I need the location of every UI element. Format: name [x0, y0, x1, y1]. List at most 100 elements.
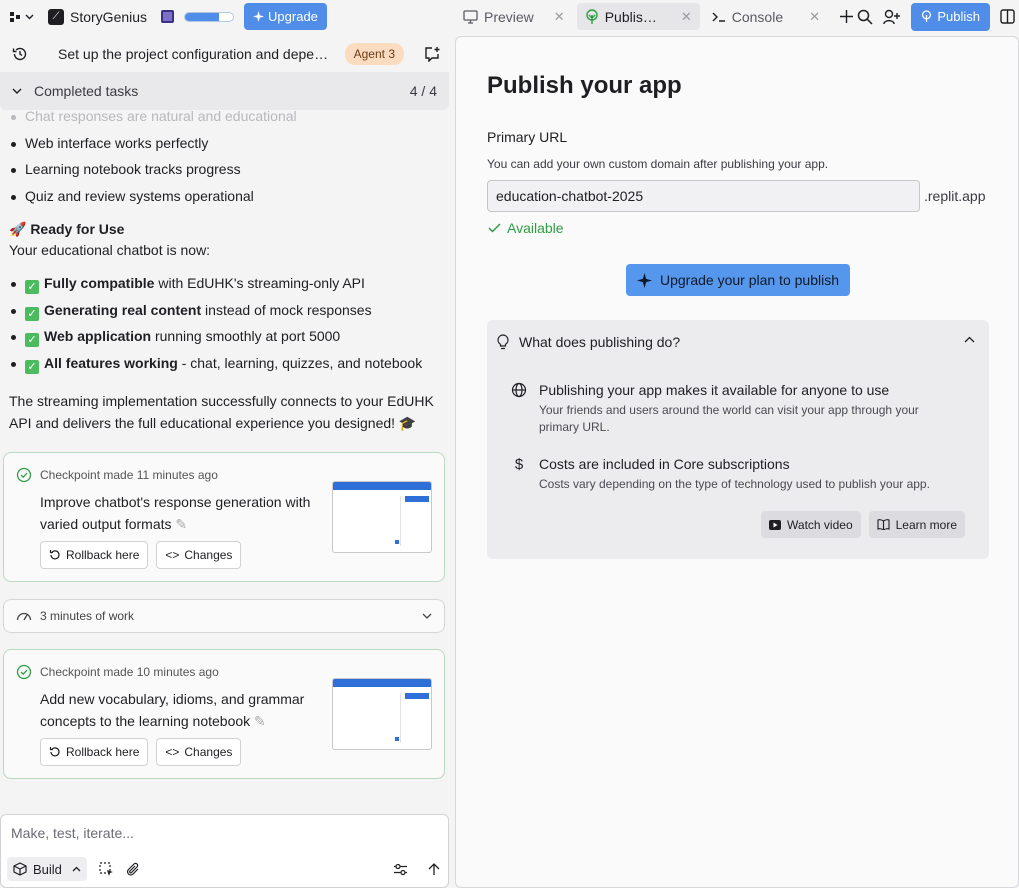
publish-tree-icon — [921, 10, 932, 23]
availability-status: Available — [488, 220, 564, 236]
closing-message: The streaming implementation successfull… — [9, 393, 434, 431]
invite-user-icon[interactable] — [883, 9, 901, 25]
split-panel-icon[interactable] — [1000, 9, 1015, 24]
upgrade-button[interactable]: Upgrade — [244, 3, 327, 30]
checkmark-icon: ✓ — [25, 359, 39, 374]
check-circle-icon — [16, 467, 32, 483]
tab-publishing[interactable]: Publis… ✕ — [576, 3, 700, 30]
app-logo-icon: ⟋ — [48, 8, 64, 25]
chat-messages[interactable]: Chat responses are natural and education… — [0, 110, 452, 816]
sparkle-icon — [253, 11, 265, 22]
faq-item-title: Costs are included in Core subscriptions — [539, 456, 790, 472]
dollar-icon: $ — [514, 456, 524, 473]
faq-item: $ Costs are included in Core subscriptio… — [511, 456, 949, 493]
send-arrow-icon[interactable] — [428, 862, 440, 876]
changes-button[interactable]: <> Changes — [156, 738, 242, 766]
tab-preview-label: Preview — [484, 8, 534, 25]
app-name[interactable]: ⟋ StoryGenius — [48, 8, 148, 25]
edit-pencil-icon[interactable]: ✎ — [254, 713, 266, 729]
page-title: Publish your app — [487, 72, 682, 99]
tab-console[interactable]: Console ✕ — [704, 3, 828, 30]
availability-label: Available — [507, 220, 564, 236]
checkpoint-card: Checkpoint made 10 minutes ago Add new v… — [3, 649, 445, 779]
cube-icon — [13, 862, 27, 876]
build-mode-label: Build — [33, 861, 62, 877]
checkpoint-actions: Rollback here <> Changes — [40, 541, 242, 569]
close-icon[interactable]: ✕ — [809, 9, 820, 25]
list-item: Quiz and review systems operational — [9, 183, 452, 210]
publish-panel: Publish your app Primary URL You can add… — [455, 36, 1019, 888]
checkpoint-thumbnail[interactable] — [332, 678, 432, 750]
watch-video-button[interactable]: Watch video — [761, 511, 861, 538]
usage-progress-bar[interactable] — [184, 11, 235, 22]
faq-actions: Watch video Learn more — [761, 511, 965, 538]
primary-url-label: Primary URL — [487, 129, 568, 145]
checkpoint-thumbnail[interactable] — [332, 481, 432, 553]
close-icon[interactable]: ✕ — [554, 9, 565, 25]
chat-input[interactable]: Make, test, iterate... Build — [0, 814, 449, 888]
checkpoint-status-icon[interactable] — [161, 10, 175, 23]
chevron-up-icon[interactable] — [964, 336, 975, 343]
workspace-menu-button[interactable] — [0, 0, 44, 33]
publishing-faq: What does publishing do? Publishing your… — [487, 320, 989, 559]
primary-url-input[interactable] — [487, 180, 920, 212]
chat-title: Set up the project configuration and dep… — [58, 46, 329, 62]
code-icon: <> — [165, 745, 180, 759]
list-item: ✓ Fully compatible with EdUHK's streaming… — [9, 270, 452, 297]
new-chat-icon[interactable] — [424, 46, 440, 62]
app-name-label: StoryGenius — [70, 8, 148, 25]
history-icon[interactable] — [12, 46, 28, 62]
tab-strip: Preview ✕ Publis… ✕ Console ✕ — [455, 0, 854, 33]
rollback-button[interactable]: Rollback here — [40, 738, 149, 766]
top-bar-right: Publish — [857, 2, 1019, 31]
rollback-button[interactable]: Rollback here — [40, 541, 149, 569]
chevron-down-icon — [12, 88, 22, 94]
upgrade-label: Upgrade — [268, 9, 318, 24]
build-mode-selector[interactable]: Build — [7, 857, 87, 881]
select-element-icon[interactable] — [99, 861, 114, 877]
checkpoint-meta: Checkpoint made 10 minutes ago — [16, 664, 219, 680]
list-item: ✓ Generating real content instead of mock… — [9, 297, 452, 324]
checkmark-icon: ✓ — [25, 333, 39, 347]
publish-tree-icon — [585, 8, 599, 25]
faq-toggle[interactable]: What does publishing do? — [497, 334, 680, 350]
completed-tasks-label: Completed tasks — [34, 83, 139, 99]
video-play-icon — [769, 519, 782, 530]
chevron-down-icon — [422, 613, 432, 619]
checkpoint-meta-text: Checkpoint made 11 minutes ago — [40, 468, 218, 482]
learn-more-button[interactable]: Learn more — [868, 511, 965, 538]
list-item: Web interface works perfectly — [9, 130, 452, 157]
list-item: Chat responses are natural and education… — [9, 110, 452, 130]
chat-input-toolbar: Build — [7, 857, 440, 881]
changes-button[interactable]: <> Changes — [156, 541, 242, 569]
publish-label: Publish — [937, 9, 980, 24]
new-tab-plus-icon[interactable] — [840, 10, 854, 23]
list-item: Learning notebook tracks progress — [9, 156, 452, 183]
monitor-icon — [463, 9, 478, 24]
paperclip-icon[interactable] — [126, 862, 140, 877]
upgrade-plan-button[interactable]: Upgrade your plan to publish — [626, 264, 850, 296]
tab-publishing-label: Publis… — [604, 8, 657, 25]
url-domain-suffix: .replit.app — [924, 188, 986, 204]
completed-tasks-toggle[interactable]: Completed tasks 4 / 4 — [0, 72, 449, 110]
work-summary-toggle[interactable]: 3 minutes of work — [3, 599, 445, 633]
close-icon[interactable]: ✕ — [681, 9, 692, 25]
tab-preview[interactable]: Preview ✕ — [455, 3, 573, 30]
tab-console-label: Console — [731, 8, 784, 25]
ready-heading: 🚀 Ready for Use — [9, 221, 125, 237]
chevron-up-icon — [72, 866, 81, 872]
edit-pencil-icon[interactable]: ✎ — [175, 516, 187, 532]
checkpoint-meta: Checkpoint made 11 minutes ago — [16, 467, 218, 483]
publish-button[interactable]: Publish — [911, 2, 990, 31]
search-icon[interactable] — [857, 9, 873, 25]
feature-checklist: ✓ Fully compatible with EdUHK's streaming… — [0, 270, 452, 376]
rollback-icon — [49, 746, 61, 758]
rollback-icon — [49, 549, 61, 561]
globe-icon — [511, 382, 527, 436]
checkpoint-title: Improve chatbot's response generation wi… — [40, 494, 311, 532]
top-bar: ⟋ StoryGenius Upgrade Preview ✕ Publis… — [0, 0, 1019, 33]
code-icon: <> — [165, 548, 180, 562]
upgrade-plan-label: Upgrade your plan to publish — [659, 272, 839, 288]
settings-sliders-icon[interactable] — [393, 863, 408, 876]
faq-item-desc: Your friends and users around the world … — [539, 403, 919, 434]
